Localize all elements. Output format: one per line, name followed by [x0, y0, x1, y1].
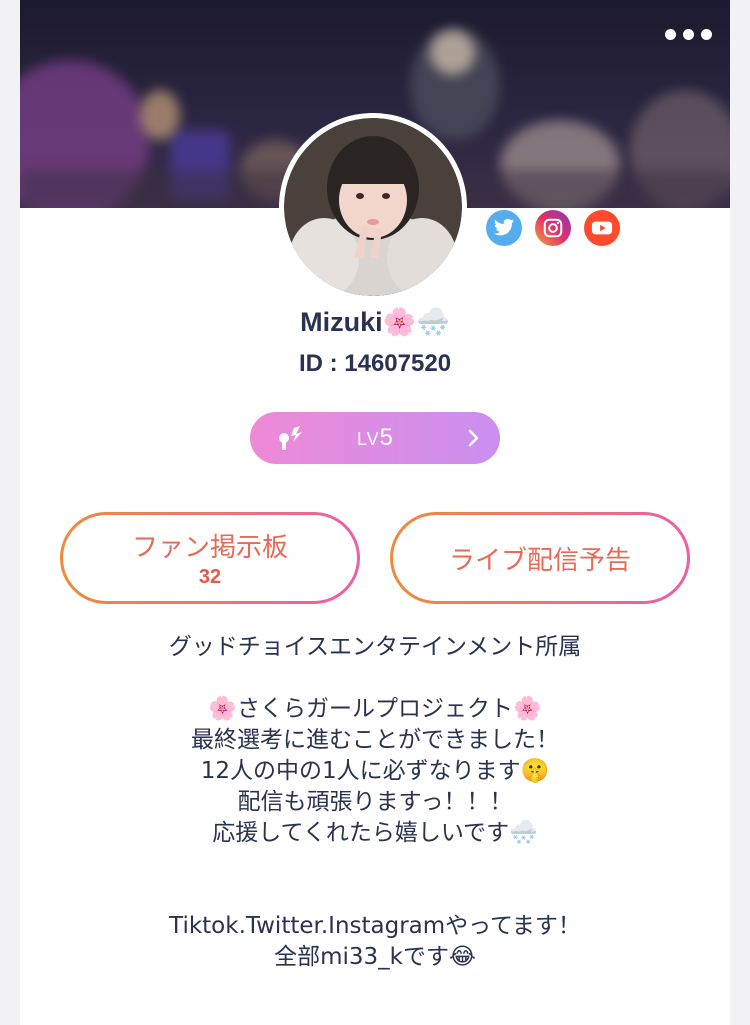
instagram-link[interactable]	[535, 210, 571, 246]
bio-line: Tiktok.Twitter.Instagramやってます！	[169, 913, 581, 939]
twitter-icon	[493, 218, 515, 236]
twitter-link[interactable]	[486, 210, 522, 246]
bio-line: 🌸さくらガールプロジェクト🌸	[208, 696, 542, 722]
live-schedule-label: ライブ配信予告	[448, 545, 631, 576]
youtube-icon	[591, 221, 613, 235]
instagram-icon	[543, 218, 563, 238]
fan-board-label: ファン掲示板	[131, 533, 288, 563]
bio-line: 12人の中の1人に必ずなります🤫	[200, 758, 550, 784]
youtube-link[interactable]	[584, 210, 620, 246]
more-options-button[interactable]	[665, 24, 712, 44]
avatar	[284, 118, 462, 296]
profile-name: Mizuki🌸🌨️	[300, 307, 450, 337]
level-text: LV5	[250, 424, 500, 452]
live-schedule-button[interactable]: ライブ配信予告	[390, 512, 690, 604]
bio-line: 最終選考に進むことができました！	[191, 727, 559, 753]
bio-line: 配信も頑張りますっ！！！	[237, 789, 513, 815]
bio-line: グッドチョイスエンタテインメント所属	[168, 634, 582, 660]
fan-board-count: 32	[198, 566, 222, 588]
bio-line: 全部mi33_kです😂	[274, 944, 476, 970]
level-number: 5	[379, 424, 394, 451]
chevron-right-icon	[468, 429, 479, 447]
profile-id: ID : 14607520	[298, 350, 452, 377]
level-badge-button[interactable]: LV5	[250, 412, 500, 464]
avatar-photo	[284, 118, 462, 296]
profile-bio: グッドチョイスエンタテインメント所属 🌸さくらガールプロジェクト🌸 最終選考に進…	[20, 632, 730, 973]
bio-line: 応援してくれたら嬉しいです🌨️	[212, 820, 538, 846]
more-horizontal-icon	[665, 28, 676, 40]
profile-card: Mizuki🌸🌨️ ID : 14607520 LV5 ファン掲示板 32 ライ…	[20, 0, 730, 1025]
social-links	[486, 210, 620, 246]
fan-board-button[interactable]: ファン掲示板 32	[60, 512, 360, 604]
level-prefix: LV	[356, 429, 380, 449]
